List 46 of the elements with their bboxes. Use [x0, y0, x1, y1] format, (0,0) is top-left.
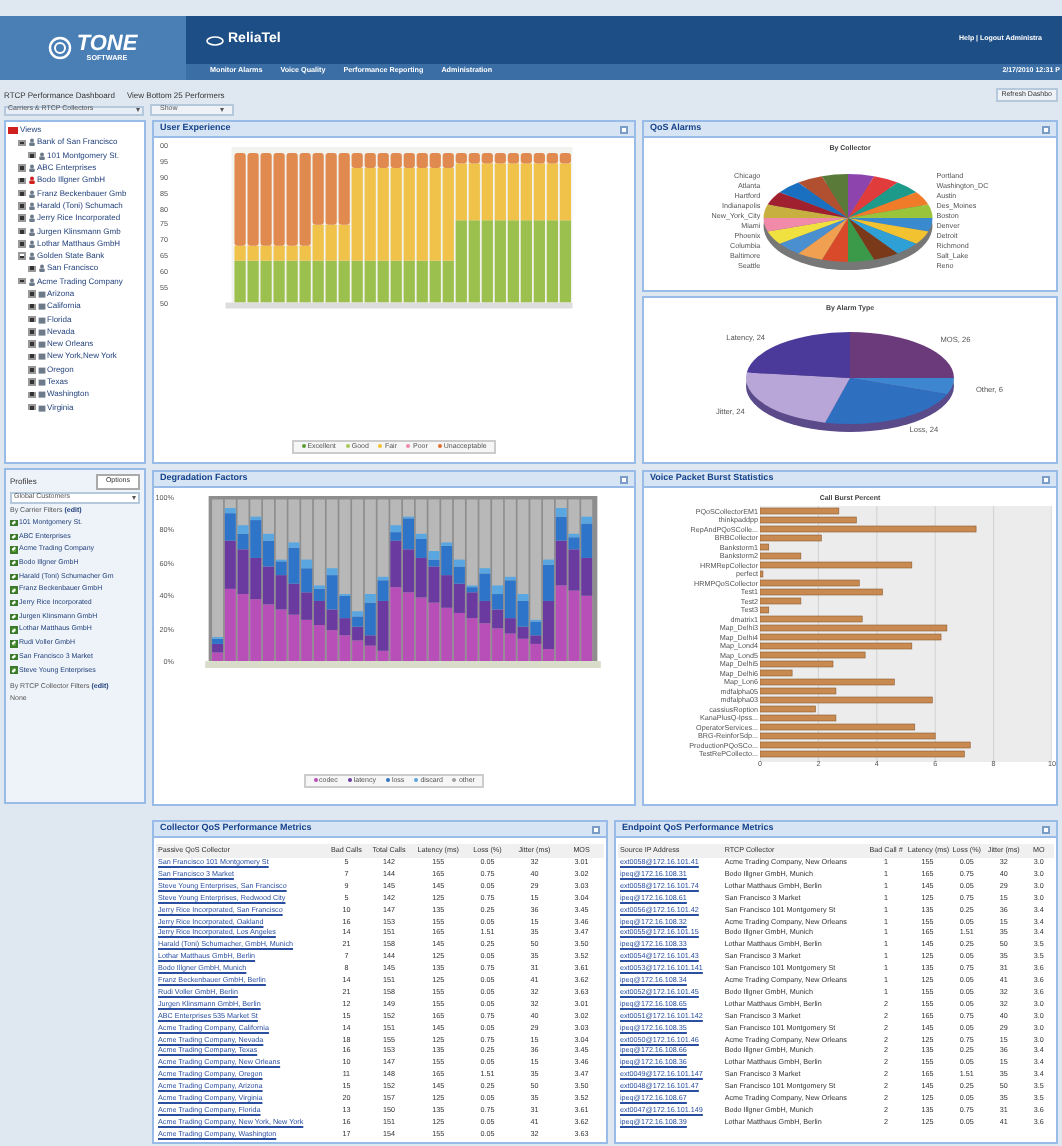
expand-toggle-icon[interactable] [28, 328, 35, 336]
expand-toggle-icon[interactable] [28, 378, 35, 386]
checkbox[interactable] [10, 666, 17, 674]
checkbox[interactable] [10, 546, 17, 554]
collapse-icon[interactable] [1042, 825, 1050, 833]
checkbox[interactable] [10, 626, 17, 634]
expand-toggle-icon[interactable] [28, 340, 35, 348]
expand-toggle-icon[interactable] [18, 227, 25, 235]
collapse-icon[interactable] [620, 475, 628, 483]
checkbox[interactable] [10, 533, 17, 541]
caret-icon [132, 495, 136, 499]
expand-toggle-icon[interactable] [18, 240, 25, 248]
collapse-icon[interactable] [620, 125, 628, 133]
expand-toggle-icon[interactable] [28, 391, 35, 399]
checkbox[interactable] [10, 519, 17, 527]
logo-icon [48, 36, 73, 60]
expand-toggle-icon[interactable] [18, 214, 25, 222]
collapse-icon[interactable] [1042, 125, 1050, 133]
expand-toggle-icon[interactable] [28, 265, 35, 273]
expand-toggle-icon[interactable] [28, 290, 35, 298]
logo-text: TONE [76, 33, 138, 56]
expand-toggle-icon[interactable] [18, 202, 25, 210]
expand-toggle-icon[interactable] [28, 315, 35, 323]
checkbox[interactable] [10, 653, 17, 661]
expand-toggle-icon[interactable] [28, 403, 35, 411]
expand-toggle-icon[interactable] [28, 353, 35, 361]
collapse-toggle-icon[interactable] [18, 277, 25, 285]
checkbox[interactable] [10, 573, 17, 581]
expand-toggle-icon[interactable] [18, 177, 25, 185]
checkbox[interactable] [10, 559, 17, 567]
collapse-icon[interactable] [1042, 475, 1050, 483]
checkbox[interactable] [10, 599, 17, 607]
collapse-icon[interactable] [592, 825, 600, 833]
expand-toggle-icon[interactable] [28, 366, 35, 374]
caret-icon [136, 108, 140, 112]
expand-toggle-icon[interactable] [28, 151, 35, 159]
product-logo-icon [206, 35, 224, 45]
collapse-toggle-icon[interactable] [18, 139, 25, 147]
expand-toggle-icon[interactable] [28, 303, 35, 311]
checkbox[interactable] [10, 640, 17, 648]
checkbox[interactable] [10, 613, 17, 621]
caret-icon [220, 108, 224, 112]
checkbox[interactable] [10, 586, 17, 594]
expand-toggle-icon[interactable] [18, 189, 25, 197]
collapse-toggle-icon[interactable] [18, 252, 25, 260]
expand-toggle-icon[interactable] [18, 164, 25, 172]
